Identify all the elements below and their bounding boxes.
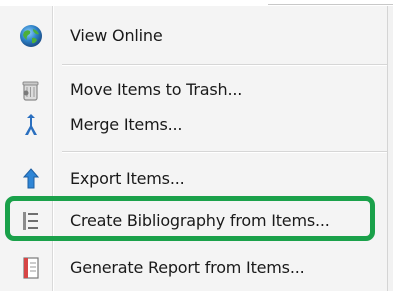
- menu-item-move-to-trash[interactable]: Move Items to Trash...: [0, 74, 387, 106]
- menu-item-label: Merge Items...: [70, 115, 183, 134]
- menu-item-label: Move Items to Trash...: [70, 80, 243, 99]
- menu-item-export-items[interactable]: Export Items...: [0, 163, 387, 195]
- menu-item-merge-items[interactable]: Merge Items...: [0, 109, 387, 141]
- menu-item-label: Generate Report from Items...: [70, 258, 305, 277]
- context-menu: View Online Move Items to Trash... Merge…: [0, 6, 388, 291]
- trash-icon: [18, 77, 44, 103]
- export-arrow-icon: [18, 166, 44, 192]
- menu-item-label: View Online: [70, 26, 163, 45]
- report-icon: [18, 255, 44, 281]
- menu-item-view-online[interactable]: View Online: [0, 20, 387, 52]
- highlight-annotation-box: [5, 196, 375, 241]
- screenshot: View Online Move Items to Trash... Merge…: [0, 0, 393, 291]
- merge-icon: [18, 112, 44, 138]
- globe-icon: [18, 23, 44, 49]
- menu-separator: [62, 64, 387, 66]
- top-edge-line: [268, 0, 393, 5]
- menu-item-generate-report[interactable]: Generate Report from Items...: [0, 252, 387, 284]
- menu-item-label: Export Items...: [70, 169, 185, 188]
- menu-separator: [62, 151, 387, 153]
